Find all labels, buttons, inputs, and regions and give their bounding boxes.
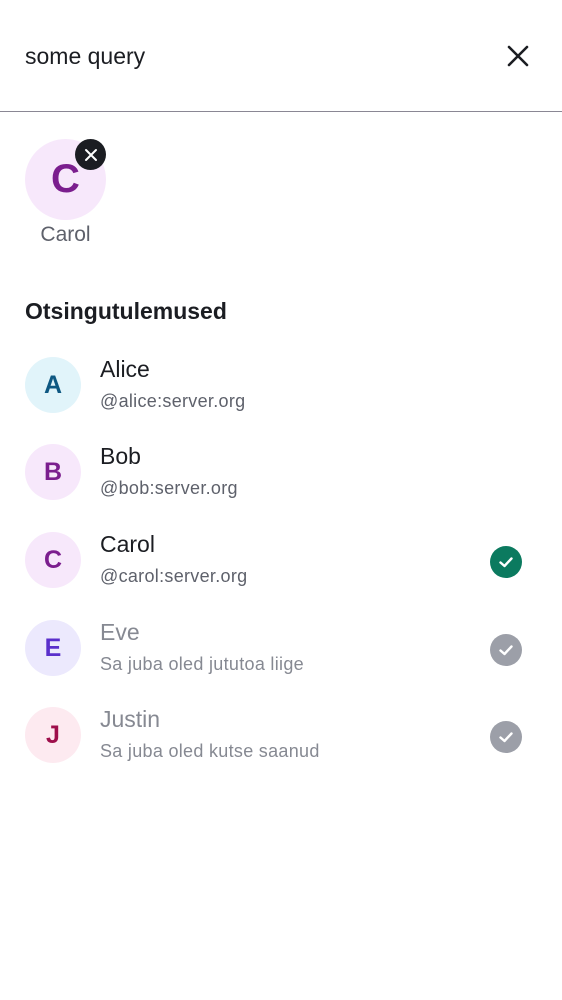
membership-status: Sa juba oled kutse saanud	[100, 741, 320, 761]
user-name: Eve	[100, 619, 140, 645]
clear-search-button[interactable]	[498, 36, 538, 76]
check-icon	[499, 645, 513, 656]
avatar: J	[25, 707, 81, 763]
disabled-check-icon	[490, 721, 522, 753]
check-icon	[499, 557, 513, 568]
disabled-check-icon	[490, 634, 522, 666]
avatar: A	[25, 357, 81, 413]
list-item-justin: J Justin Sa juba oled kutse saanud	[0, 693, 562, 779]
avatar: E	[25, 620, 81, 676]
check-icon	[499, 732, 513, 743]
selected-check-icon	[490, 546, 522, 578]
user-name: Carol	[100, 531, 155, 557]
list-item-carol[interactable]: C Carol @carol:server.org	[0, 518, 562, 604]
selected-user-label: Carol	[40, 223, 91, 246]
list-item-alice[interactable]: A Alice @alice:server.org	[0, 343, 562, 429]
user-name: Bob	[100, 443, 141, 469]
membership-status: Sa juba oled jututoa liige	[100, 654, 304, 674]
user-id: @bob:server.org	[100, 478, 238, 498]
user-name: Alice	[100, 356, 150, 382]
close-icon	[507, 45, 529, 67]
remove-selected-user-button[interactable]	[75, 139, 106, 170]
search-bar	[0, 0, 562, 112]
user-id: @carol:server.org	[100, 566, 248, 586]
search-input[interactable]	[25, 38, 465, 74]
list-item-bob[interactable]: B Bob @bob:server.org	[0, 430, 562, 516]
user-name: Justin	[100, 706, 161, 732]
close-icon	[84, 148, 97, 161]
avatar: B	[25, 444, 81, 500]
list-item-eve: E Eve Sa juba oled jututoa liige	[0, 606, 562, 692]
section-title: Otsingutulemused	[25, 298, 227, 324]
avatar: C	[25, 532, 81, 588]
user-id: @alice:server.org	[100, 391, 246, 411]
